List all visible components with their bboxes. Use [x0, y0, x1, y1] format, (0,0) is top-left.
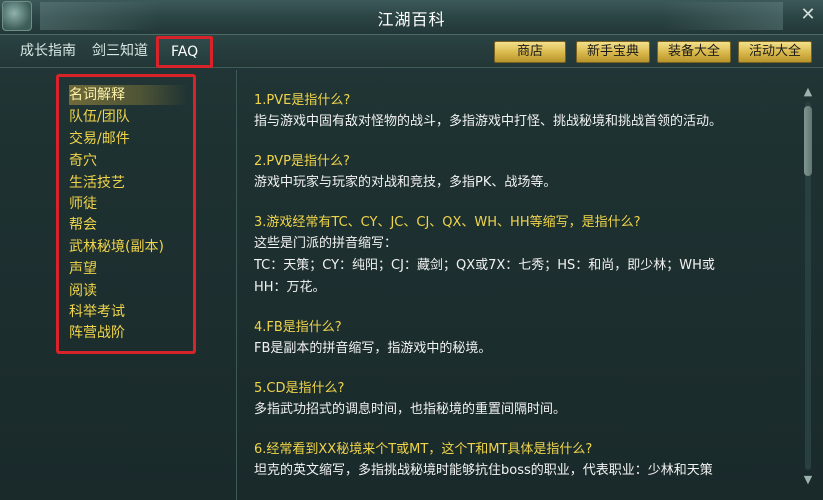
- faq-item: 2.PVP是指什么? 游戏中玩家与玩家的对战和竞技，多指PK、战场等。: [254, 151, 794, 194]
- faq-question: 5.CD是指什么?: [254, 381, 345, 396]
- faq-question: 3.游戏经常有TC、CY、JC、CJ、QX、WH、HH等缩写，是指什么?: [254, 215, 641, 230]
- faq-question: 1.PVE是指什么?: [254, 93, 351, 108]
- faq-answer: FB是副本的拼音缩写，指游戏中的秘境。: [254, 341, 492, 356]
- encyclopedia-window: 江湖百科 ✕ 成长指南 剑三知道 FAQ 商店 新手宝典 装备大全 活动大全 名…: [0, 0, 823, 500]
- category-item-life-skills[interactable]: 生活技艺: [69, 173, 187, 193]
- category-item-team[interactable]: 队伍/团队: [69, 107, 187, 127]
- faq-item: 5.CD是指什么? 多指武功招式的调息时间，也指秘境的重置间隔时间。: [254, 378, 794, 421]
- close-icon[interactable]: ✕: [799, 6, 817, 24]
- category-item-reading[interactable]: 阅读: [69, 281, 187, 301]
- faq-answer: HH：万花。: [254, 280, 326, 295]
- faq-question: 2.PVP是指什么?: [254, 154, 350, 169]
- category-item-mentor[interactable]: 师徒: [69, 194, 187, 214]
- nav-bar: 成长指南 剑三知道 FAQ 商店 新手宝典 装备大全 活动大全: [0, 35, 823, 68]
- scroll-up-arrow-icon[interactable]: ▲: [801, 86, 815, 98]
- title-bar: 江湖百科 ✕: [0, 0, 823, 35]
- faq-question: 6.经常看到XX秘境来个T或MT，这个T和MT具体是指什么?: [254, 442, 593, 457]
- scroll-down-arrow-icon[interactable]: ▼: [801, 474, 815, 486]
- faq-question: 4.FB是指什么?: [254, 320, 342, 335]
- faq-answer: 坦克的英文缩写，多指挑战秘境时能够抗住boss的职业，代表职业：少林和天策: [254, 463, 713, 478]
- faq-content: 1.PVE是指什么? 指与游戏中固有敌对怪物的战斗，多指游戏中打怪、挑战秘境和挑…: [254, 90, 794, 500]
- activity-guide-button[interactable]: 活动大全: [738, 41, 812, 63]
- category-item-glossary[interactable]: 名词解释: [69, 85, 187, 105]
- shop-button[interactable]: 商店: [494, 41, 566, 63]
- faq-answer: 游戏中玩家与玩家的对战和竞技，多指PK、战场等。: [254, 175, 557, 190]
- category-item-reputation[interactable]: 声望: [69, 259, 187, 279]
- category-item-qixue[interactable]: 奇穴: [69, 151, 187, 171]
- scroll-thumb[interactable]: [804, 106, 812, 176]
- scrollbar[interactable]: ▲ ▼: [801, 86, 815, 486]
- category-item-guild[interactable]: 帮会: [69, 215, 187, 235]
- window-title: 江湖百科: [377, 10, 446, 29]
- category-item-dungeon[interactable]: 武林秘境(副本): [69, 237, 187, 257]
- panel-divider: [236, 70, 237, 500]
- category-list: 名词解释 队伍/团队 交易/邮件 奇穴 生活技艺 师徒 帮会 武林秘境(副本) …: [56, 74, 196, 354]
- faq-answer: 指与游戏中固有敌对怪物的战斗，多指游戏中打怪、挑战秘境和挑战首领的活动。: [254, 114, 723, 129]
- category-item-camp-rank[interactable]: 阵营战阶: [69, 323, 187, 343]
- faq-item: 6.经常看到XX秘境来个T或MT，这个T和MT具体是指什么? 坦克的英文缩写，多…: [254, 439, 794, 482]
- faq-item: 1.PVE是指什么? 指与游戏中固有敌对怪物的战斗，多指游戏中打怪、挑战秘境和挑…: [254, 90, 794, 133]
- tab-jx3-knowledge[interactable]: 剑三知道: [90, 40, 150, 62]
- faq-answer: TC：天策；CY：纯阳；CJ：藏剑；QX或7X：七秀；HS：和尚，即少林；WH或: [254, 258, 715, 273]
- faq-answer: 多指武功招式的调息时间，也指秘境的重置间隔时间。: [254, 402, 567, 417]
- equipment-guide-button[interactable]: 装备大全: [657, 41, 731, 63]
- category-item-exam[interactable]: 科举考试: [69, 302, 187, 322]
- tab-growth-guide[interactable]: 成长指南: [18, 40, 78, 62]
- category-item-trade-mail[interactable]: 交易/邮件: [69, 129, 187, 149]
- faq-answer: 这些是门派的拼音缩写：: [254, 236, 398, 251]
- faq-item: 3.游戏经常有TC、CY、JC、CJ、QX、WH、HH等缩写，是指什么? 这些是…: [254, 212, 794, 299]
- newbie-guide-button[interactable]: 新手宝典: [576, 41, 650, 63]
- faq-item: 4.FB是指什么? FB是副本的拼音缩写，指游戏中的秘境。: [254, 317, 794, 360]
- tab-faq[interactable]: FAQ: [156, 36, 214, 68]
